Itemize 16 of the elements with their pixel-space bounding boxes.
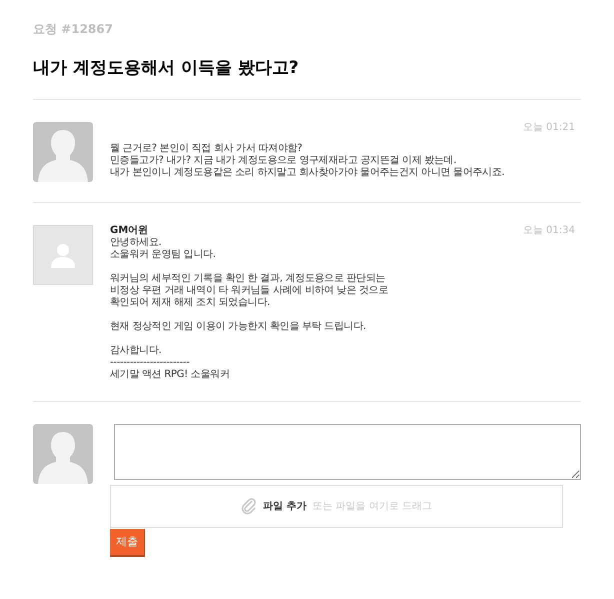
page-title: 내가 계정도용해서 이득을 봤다고? [33,57,300,80]
reply-field[interactable] [114,424,581,480]
author-name: GM어윈 [110,224,148,236]
comment-paragraph: 워커님의 세부적인 기록을 확인 한 결과, 계정도용으로 판단되는 비정상 우편 거래 내역이 타 워커님들 사례에 비하여 낮은 것으로 확인되어 제재 해제 조치 되었습니다. [110,272,390,308]
person-icon [50,242,76,268]
attach-label: 파일 추가 [262,500,306,514]
comment-paragraph: 감사합니다. ------------------------ 세기말 액션 RPG! 소울워커 [110,344,230,380]
comment-paragraph: 뭘 근거로? 본인이 직접 회사 가서 따져야함? 민증들고가? 내가? 지금 내가 계정도용으로 영구제재라고 공지뜬걸 이제 봤는데. 내가 본인이니 계정도용같은 소리 하지말고 회사찾아가야 물어주는건지 아니면 물어주시죠. [110,142,506,178]
comment-time: 오늘 01:21 [523,122,575,134]
avatar [33,122,93,182]
comment-paragraph: 안녕하세요. 소울워커 운영팀 입니다. [110,236,217,260]
avatar [33,424,93,484]
comment-time: 오늘 01:34 [523,224,575,236]
request-number: 요청 #12867 [33,21,114,38]
comment-paragraph: 현재 정상적인 게임 이용이 가능한지 확인을 부탁 드립니다. [110,320,367,332]
paperclip-icon [240,497,257,515]
